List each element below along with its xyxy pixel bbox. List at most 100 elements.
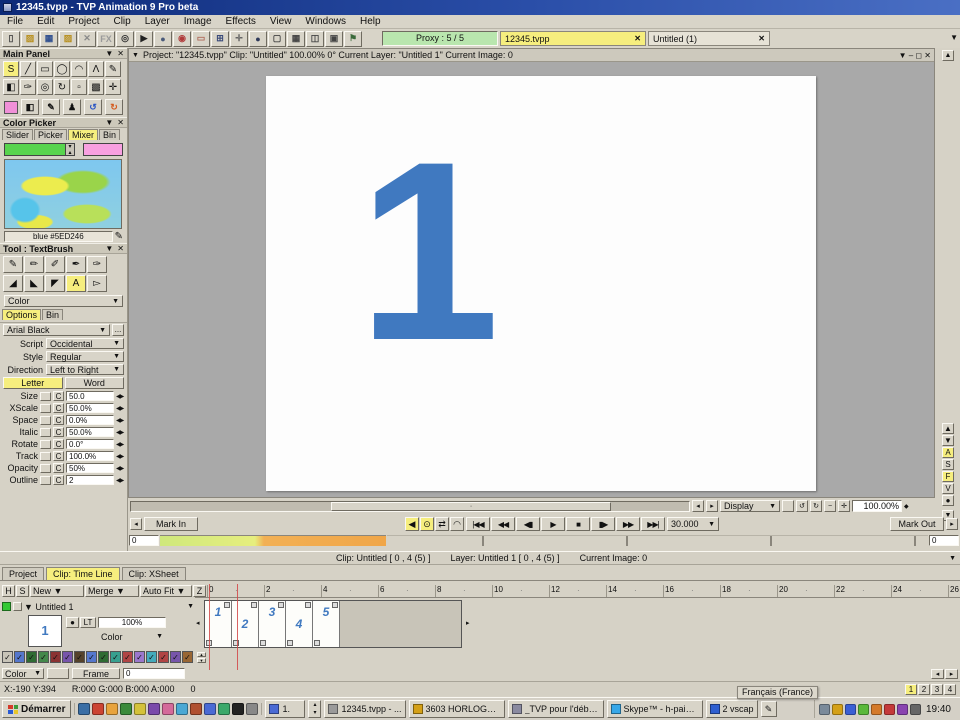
layer-color-swatch[interactable] xyxy=(50,651,61,663)
param-value-field[interactable]: 0.0° xyxy=(66,439,114,449)
language-bar-icon[interactable]: ✎ xyxy=(760,701,777,717)
layer-color-swatch[interactable] xyxy=(110,651,121,663)
next-view-button[interactable]: ▸ xyxy=(706,500,718,512)
brush-button[interactable]: ✏ xyxy=(24,256,44,273)
transport-button[interactable]: ■ xyxy=(566,517,590,531)
tab-clip-xsheet[interactable]: Clip: XSheet xyxy=(121,567,186,580)
param-profile-button[interactable] xyxy=(40,463,51,473)
layer-visible-indicator[interactable] xyxy=(2,602,11,611)
menu-item[interactable]: File xyxy=(0,16,30,27)
toolbar-button[interactable]: ⊞ xyxy=(211,30,229,47)
param-value-field[interactable]: 50.0% xyxy=(66,403,114,413)
tray-icon[interactable] xyxy=(831,703,843,715)
layer-color-swatch[interactable] xyxy=(158,651,169,663)
rotate-cw-button[interactable]: ↻ xyxy=(810,500,822,512)
quick-launch-icon[interactable] xyxy=(92,703,105,715)
tool-button[interactable]: ✛ xyxy=(105,79,121,95)
solo-column-button[interactable]: S xyxy=(16,585,29,597)
font-dropdown[interactable]: Arial Black ▼ xyxy=(3,324,110,336)
tab-bin[interactable]: Bin xyxy=(42,309,64,320)
layer-row[interactable]: ▼ Untitled 1 ▼ xyxy=(2,600,194,613)
menu-item[interactable]: Clip xyxy=(106,16,137,27)
tool-button[interactable]: ◠ xyxy=(71,61,87,77)
timeline-scroll-left-icon[interactable]: ◂ xyxy=(931,668,944,679)
task-button[interactable]: 12345.tvpp - ... xyxy=(324,700,406,718)
current-color-swatch[interactable] xyxy=(4,100,18,114)
param-spinner[interactable]: ◀▶ xyxy=(116,405,124,412)
mark-in-arrow-icon[interactable]: ◂ xyxy=(130,518,142,530)
rotate-ccw-button[interactable]: ↺ xyxy=(796,500,808,512)
zoom-value-field[interactable]: 100.00% xyxy=(852,500,902,512)
tab-clip-timeline[interactable]: Clip: Time Line xyxy=(46,567,120,580)
style-dropdown[interactable]: Regular ▼ xyxy=(46,351,124,362)
quick-launch-icon[interactable] xyxy=(246,703,259,715)
primary-color-dropdown-icon[interactable]: ▾ ▴ xyxy=(66,143,75,156)
tab-close-icon[interactable]: ✕ xyxy=(634,34,641,43)
toolbar-button[interactable]: ▶ xyxy=(135,30,153,47)
shortcut-button[interactable]: A xyxy=(942,447,954,458)
hide-column-button[interactable]: H xyxy=(2,585,15,597)
tab-picker[interactable]: Picker xyxy=(34,129,68,140)
workspace-page-button[interactable]: 2 xyxy=(918,683,930,695)
param-profile-button[interactable] xyxy=(40,475,51,485)
tool-button[interactable]: ╱ xyxy=(20,61,36,77)
layer-frames-strip[interactable]: 12345 xyxy=(204,600,462,648)
fps-dropdown[interactable]: 30.000 ▼ xyxy=(667,517,719,531)
tray-icon[interactable] xyxy=(909,703,921,715)
light-table-button[interactable]: LT xyxy=(80,617,96,628)
param-curve-button[interactable]: C xyxy=(53,427,64,437)
menu-item[interactable]: Image xyxy=(177,16,219,27)
param-profile-button[interactable] xyxy=(40,391,51,401)
panel-window-buttons[interactable]: ▼ – ◻ ✕ xyxy=(899,51,931,60)
brush-button[interactable]: ✑ xyxy=(87,256,107,273)
edit-color-pen-icon[interactable]: ✎ xyxy=(115,231,123,242)
transport-button[interactable]: ◀◀ xyxy=(491,517,515,531)
param-value-field[interactable]: 0.0% xyxy=(66,415,114,425)
param-profile-button[interactable] xyxy=(40,427,51,437)
param-value-field[interactable]: 100.0% xyxy=(66,451,114,461)
document-tab[interactable]: Untitled (1) ✕ xyxy=(648,31,770,46)
redo-button[interactable]: ↻ xyxy=(105,99,123,115)
param-profile-button[interactable] xyxy=(40,415,51,425)
frame-cell[interactable]: 3 xyxy=(259,601,286,647)
swatch-down-icon[interactable]: ▼ xyxy=(197,657,206,663)
color-mixer-canvas[interactable] xyxy=(4,159,122,229)
scrollbar-thumb[interactable]: · xyxy=(331,501,611,511)
brush-button[interactable]: ◤ xyxy=(45,275,65,292)
layer-thumbnail[interactable]: 1 xyxy=(28,615,62,647)
tool-button[interactable]: Λ xyxy=(88,61,104,77)
transport-toggle[interactable]: ⊙ xyxy=(420,517,434,531)
tab-list-dropdown-icon[interactable]: ▼ xyxy=(950,33,958,42)
shortcut-button[interactable]: S xyxy=(942,459,954,470)
layer-opacity-field[interactable]: 100% xyxy=(98,617,166,628)
tray-icon[interactable] xyxy=(896,703,908,715)
layer-select-checkbox[interactable] xyxy=(13,602,22,611)
taskbar-divider-button[interactable]: ▴ ▾ xyxy=(308,700,322,718)
param-value-field[interactable]: 50.0% xyxy=(66,427,114,437)
layer-color-swatch[interactable] xyxy=(26,651,37,663)
collapse-icon[interactable]: ▼ xyxy=(132,52,139,59)
layer-color-swatch[interactable] xyxy=(170,651,181,663)
layer-color-swatch[interactable] xyxy=(62,651,73,663)
script-dropdown[interactable]: Occidental ▼ xyxy=(46,338,124,349)
param-spinner[interactable]: ◀▶ xyxy=(116,477,124,484)
workspace-page-button[interactable]: 1 xyxy=(905,683,917,695)
transport-button[interactable]: ◀▮ xyxy=(516,517,540,531)
timeline-color-dropdown[interactable]: Color ▼ xyxy=(2,668,44,679)
brush-button[interactable]: ▻ xyxy=(87,275,107,292)
layer-color-swatch[interactable] xyxy=(86,651,97,663)
quick-launch-icon[interactable] xyxy=(218,703,231,715)
quick-launch-icon[interactable] xyxy=(134,703,147,715)
tab-options[interactable]: Options xyxy=(2,309,42,320)
brush-button[interactable]: ◢ xyxy=(3,275,23,292)
zoom-spinner[interactable]: ◆ xyxy=(904,503,909,510)
collapse-icon[interactable]: ▼ xyxy=(105,49,113,58)
transport-toggle[interactable]: ⇄ xyxy=(435,517,449,531)
task-button[interactable]: _TVP pour l'déba... xyxy=(507,700,604,718)
bw-toggle-icon[interactable]: ◧ xyxy=(21,99,39,115)
param-value-field[interactable]: 50.0 xyxy=(66,391,114,401)
quick-launch-icon[interactable] xyxy=(148,703,161,715)
nav-start-field[interactable]: 0 xyxy=(129,535,159,546)
tool-color-dropdown[interactable]: Color ▼ xyxy=(4,295,123,307)
close-icon[interactable]: ✕ xyxy=(117,244,124,253)
